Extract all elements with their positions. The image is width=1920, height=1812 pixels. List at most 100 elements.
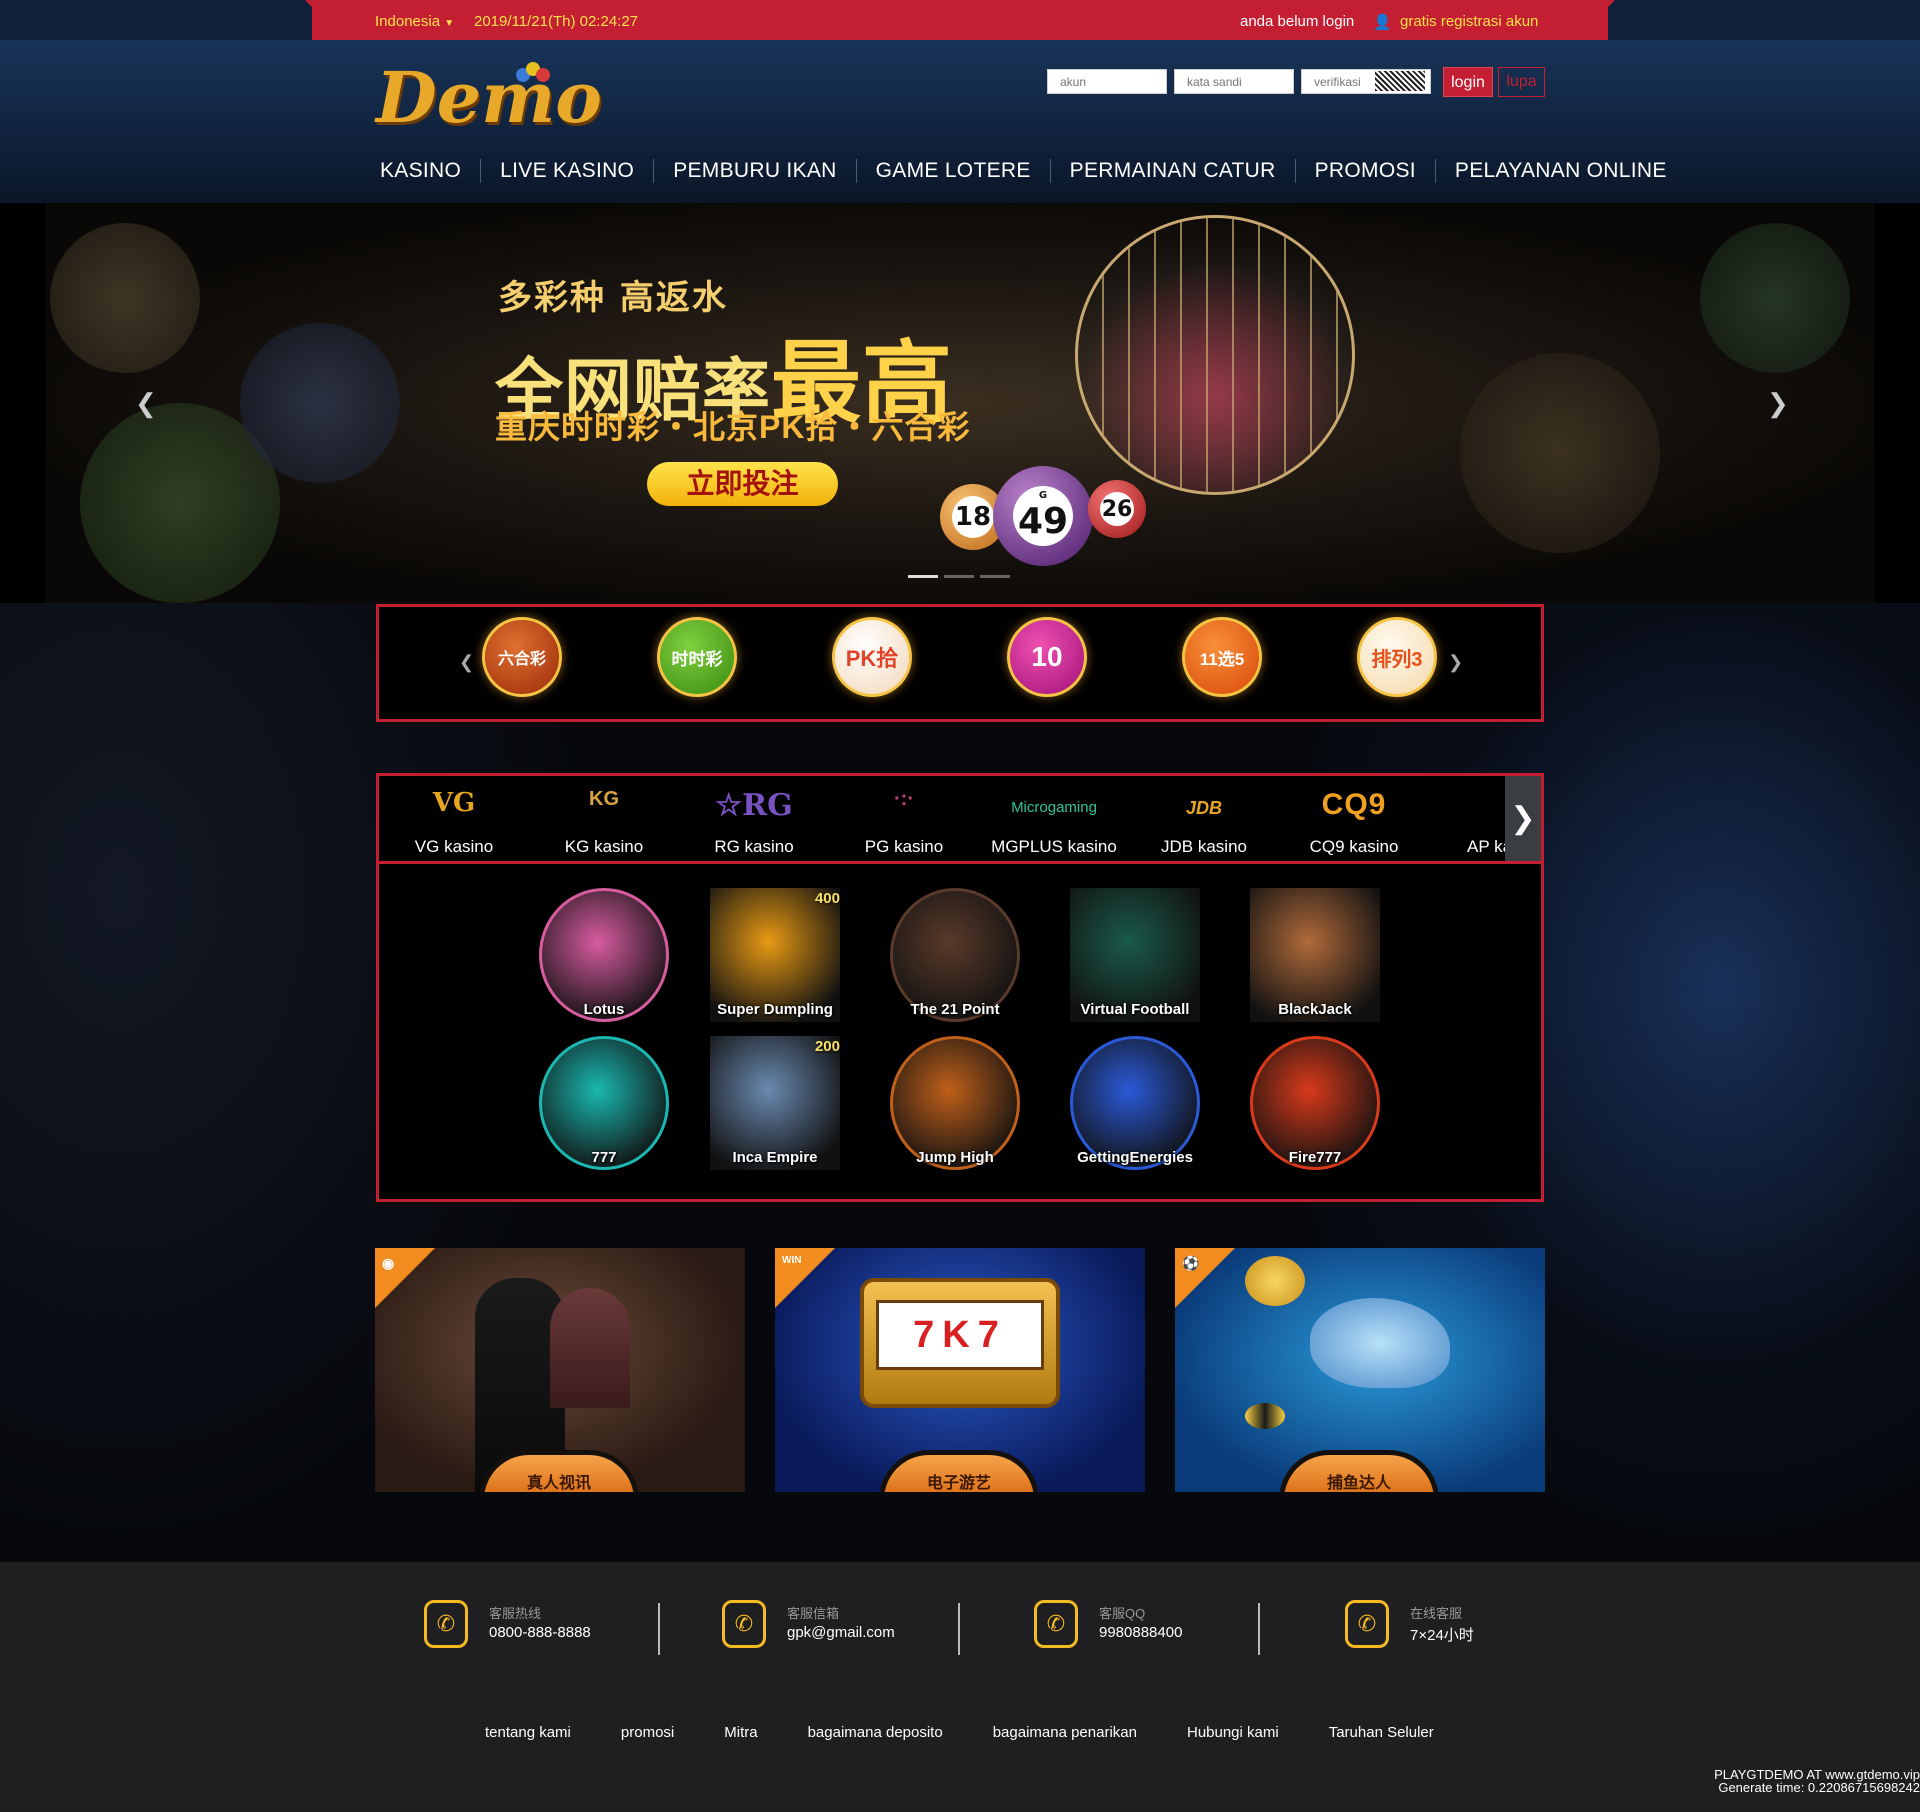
promo-button[interactable]: 电子游艺 <box>879 1450 1039 1492</box>
banner-dot-3[interactable] <box>980 575 1010 578</box>
tab-vg-kasino[interactable]: VG VG kasino <box>379 775 529 863</box>
game-tile[interactable]: GettingEnergies <box>1066 1036 1204 1170</box>
slot-machine-icon: 7K7 <box>860 1278 1060 1408</box>
nav-kasino[interactable]: KASINO <box>380 159 480 183</box>
tab-label: PG kasino <box>864 837 944 856</box>
game-tile[interactable]: Jump High <box>886 1036 1024 1170</box>
contact-value: gpk@gmail.com <box>787 1624 895 1641</box>
tab-pg-kasino[interactable]: ·:· PG kasino <box>829 775 979 863</box>
banner-bet-button[interactable]: 立即投注 <box>647 462 838 506</box>
site-logo[interactable]: Demo <box>376 56 602 139</box>
pufferfish-illustration <box>1245 1256 1305 1306</box>
banner-dot-1[interactable] <box>908 575 938 578</box>
nav-pelayanan-online[interactable]: PELAYANAN ONLINE <box>1434 159 1686 183</box>
main-nav: KASINO LIVE KASINO PEMBURU IKAN GAME LOT… <box>380 158 1686 184</box>
pailie3-lottery-icon[interactable]: 排列3 <box>1357 617 1437 697</box>
login-button[interactable]: login <box>1443 67 1493 97</box>
banner-prev-arrow-icon[interactable]: ❮ <box>135 388 157 419</box>
game-tile[interactable]: Fire777 <box>1246 1036 1384 1170</box>
nav-live-kasino[interactable]: LIVE KASINO <box>480 159 653 183</box>
game-tile[interactable]: BlackJack <box>1246 888 1384 1022</box>
promo-button[interactable]: 捕鱼达人 <box>1279 1450 1439 1492</box>
logo-balls-icon <box>516 62 550 82</box>
game-title: Fire777 <box>1288 1149 1342 1166</box>
captcha-image[interactable] <box>1375 71 1425 91</box>
forgot-password-button[interactable]: lupa <box>1498 67 1545 97</box>
tab-jdb-kasino[interactable]: JDB JDB kasino <box>1129 775 1279 863</box>
promo-fish-hunter[interactable]: ⚽ 捕鱼达人 <box>1175 1248 1545 1492</box>
game-title: Inca Empire <box>732 1149 818 1166</box>
game-tile[interactable]: 400 Super Dumpling <box>706 888 844 1022</box>
pk10-lottery-icon[interactable]: PK拾 <box>832 617 912 697</box>
eleven-five-lottery-icon[interactable]: 11选5 <box>1182 617 1262 697</box>
password-input[interactable] <box>1174 69 1294 94</box>
banner-games: 重庆时时彩・北京PK拾・六合彩 <box>495 409 971 445</box>
phone-icon: ✆ <box>722 1600 766 1648</box>
tab-label: KG kasino <box>564 837 644 856</box>
game-title: Lotus <box>583 1001 625 1018</box>
fish-illustration <box>1245 1403 1285 1429</box>
footer-link-partner[interactable]: Mitra <box>724 1724 757 1741</box>
tab-ap-kasino[interactable]: AP kasino <box>1429 775 1505 863</box>
game-tile[interactable]: 200 Inca Empire <box>706 1036 844 1170</box>
happy-ten-lottery-icon[interactable]: 10 <box>1007 617 1087 697</box>
lottery-prev-arrow-icon[interactable]: ❮ <box>459 652 474 673</box>
rg-logo-icon: ☆RG <box>715 788 793 823</box>
promo-button[interactable]: 真人视讯 <box>479 1450 639 1492</box>
footer-link-deposit[interactable]: bagaimana deposito <box>808 1724 943 1741</box>
promo-live-video[interactable]: ◉ 真人视讯 <box>375 1248 745 1492</box>
game-tile[interactable]: Lotus <box>535 888 673 1022</box>
footer-link-about[interactable]: tentang kami <box>485 1724 571 1741</box>
footer-link-promo[interactable]: promosi <box>621 1724 674 1741</box>
provider-next-arrow-icon[interactable]: ❯ <box>1505 776 1541 861</box>
contact-divider <box>658 1603 660 1655</box>
phone-icon: ✆ <box>1345 1600 1389 1648</box>
ball-49-face: G 49 <box>1013 486 1073 546</box>
language-selector[interactable]: Indonesia ▼ <box>375 13 454 30</box>
contact-title: 客服热线 <box>489 1606 542 1621</box>
banner-dot-2[interactable] <box>944 575 974 578</box>
tab-label: JDB kasino <box>1161 837 1247 856</box>
contact-title: 客服QQ <box>1099 1606 1146 1621</box>
promo-electronic-games[interactable]: 7K7 WIN 电子游艺 <box>775 1248 1145 1492</box>
tab-cq9-kasino[interactable]: CQ9 CQ9 kasino <box>1279 775 1429 863</box>
lottery-cage-illustration <box>1075 215 1355 495</box>
account-input[interactable] <box>1047 69 1167 94</box>
footer-link-mobile[interactable]: Taruhan Seluler <box>1329 1724 1434 1741</box>
tab-mgplus-kasino[interactable]: Microgaming MGPLUS kasino <box>979 775 1129 863</box>
top-bar-wing-right <box>1575 0 1615 40</box>
register-link[interactable]: gratis registrasi akun <box>1400 13 1538 30</box>
ball-26: 26 <box>1088 480 1146 538</box>
nav-pemburu-ikan[interactable]: PEMBURU IKAN <box>653 159 855 183</box>
ball-49-letter: G <box>1038 490 1048 501</box>
tab-label: RG kasino <box>714 837 794 856</box>
game-tile[interactable]: Virtual Football <box>1066 888 1204 1022</box>
bg-ball-decoration <box>1460 353 1660 553</box>
contact-divider <box>958 1603 960 1655</box>
phone-icon: ✆ <box>424 1600 468 1648</box>
tab-kg-kasino[interactable]: KG KG kasino <box>529 775 679 863</box>
contact-value: 9980888400 <box>1099 1624 1183 1641</box>
tab-rg-kasino[interactable]: ☆RG RG kasino <box>679 775 829 863</box>
nav-promosi[interactable]: PROMOSI <box>1294 159 1435 183</box>
win-icon: WIN <box>782 1255 802 1266</box>
game-tile[interactable]: 777 <box>535 1036 673 1170</box>
game-tile[interactable]: The 21 Point <box>886 888 1024 1022</box>
footer-link-contact[interactable]: Hubungi kami <box>1187 1724 1279 1741</box>
banner-next-arrow-icon[interactable]: ❯ <box>1767 388 1789 419</box>
game-badge: 200 <box>814 1038 840 1055</box>
user-icon: 👤 <box>1373 14 1392 31</box>
nav-game-lotere[interactable]: GAME LOTERE <box>855 159 1050 183</box>
ball-49: G 49 <box>993 466 1093 566</box>
game-title: BlackJack <box>1278 1001 1352 1018</box>
mark-six-lottery-icon[interactable]: 六合彩 <box>482 617 562 697</box>
vg-logo-icon: VG <box>432 788 476 818</box>
ssc-lottery-icon[interactable]: 时时彩 <box>657 617 737 697</box>
lottery-next-arrow-icon[interactable]: ❯ <box>1448 652 1463 673</box>
contact-value: 7×24小时 <box>1410 1627 1474 1644</box>
nav-permainan-catur[interactable]: PERMAINAN CATUR <box>1049 159 1295 183</box>
game-title: The 21 Point <box>910 1001 1000 1018</box>
contact-value: 0800-888-8888 <box>489 1624 591 1641</box>
login-status: anda belum login <box>1240 13 1355 30</box>
footer-link-withdraw[interactable]: bagaimana penarikan <box>993 1724 1137 1741</box>
